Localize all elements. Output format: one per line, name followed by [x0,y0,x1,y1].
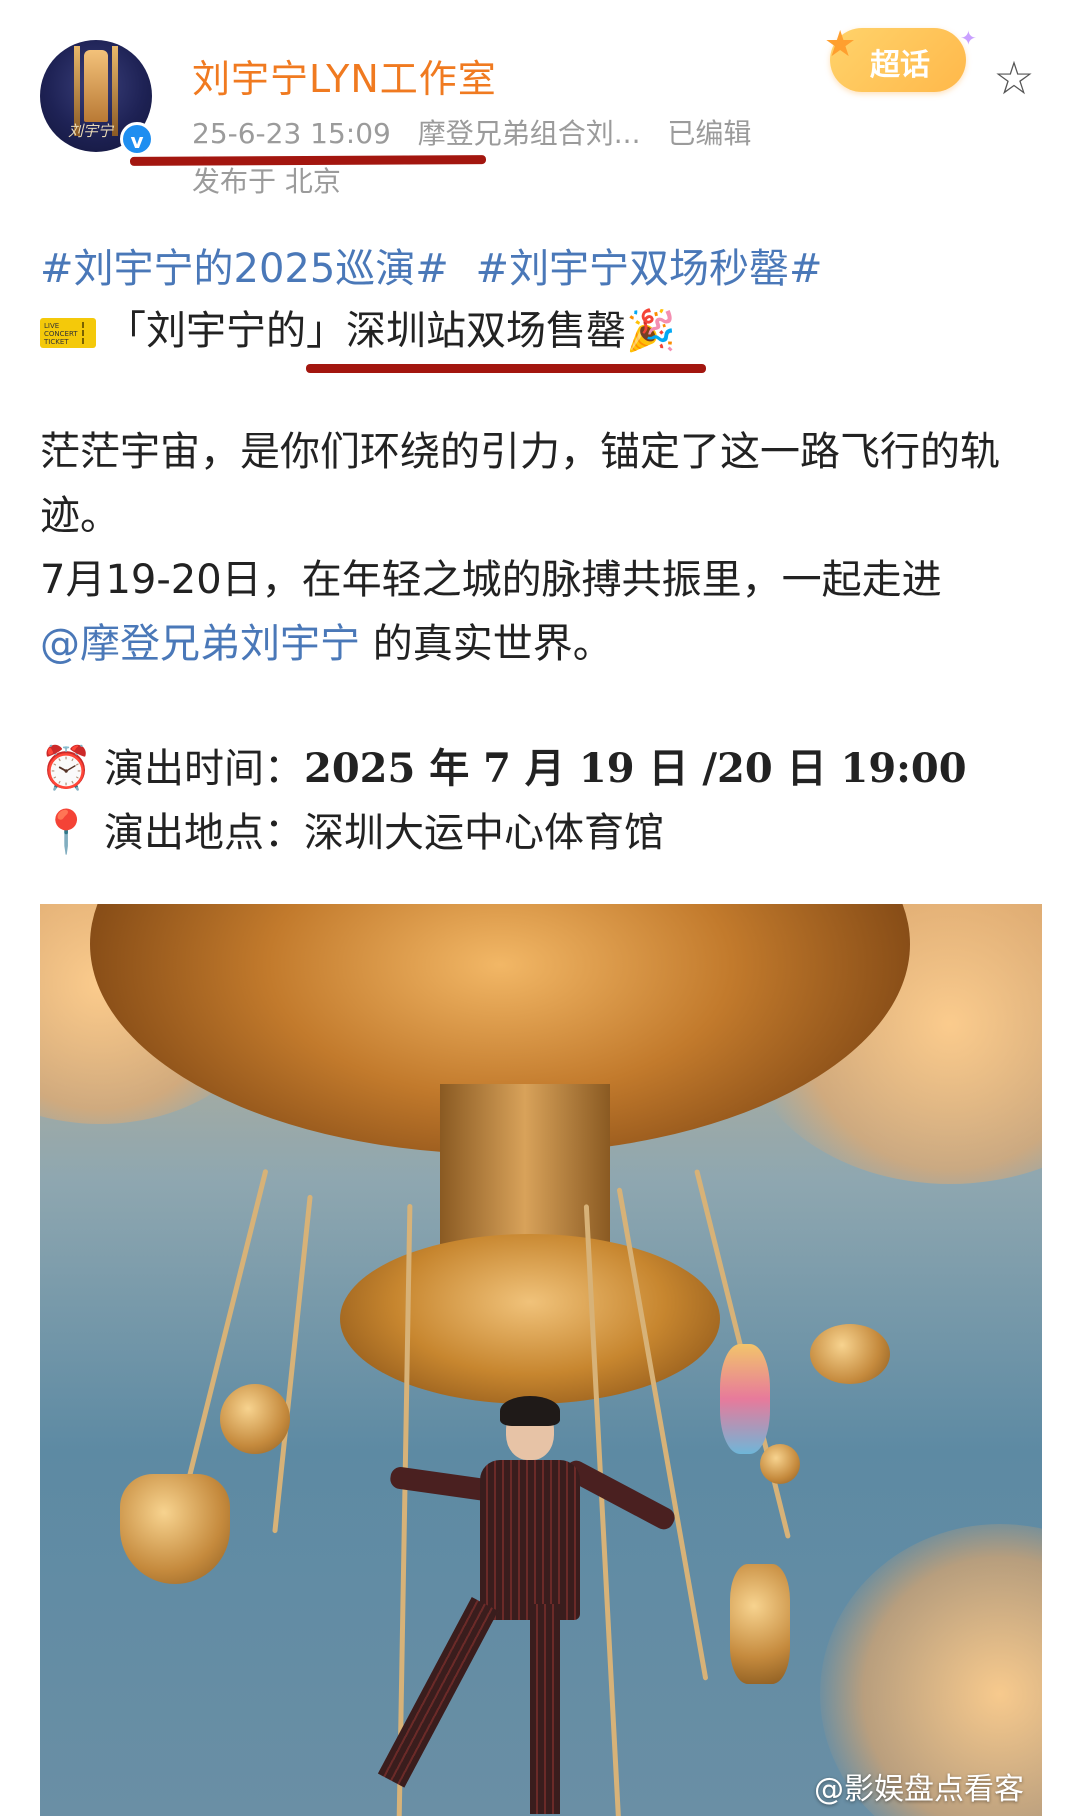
venue-row: 📍 演出地点：深圳大运中心体育馆 [40,800,664,858]
mention-suffix: 的真实世界。 [360,621,613,667]
post-location: 发布于 北京 [192,165,341,198]
supertopic-label: 超话 [870,48,930,83]
venue-value: 深圳大运中心体育馆 [304,810,664,856]
carousel-base [340,1234,720,1404]
location-pin-icon: 📍 [40,807,93,856]
post-image[interactable]: @影娱盘点看客 [40,904,1042,1816]
hanging-cord [272,1194,313,1534]
watermark: @影娱盘点看客 [814,1772,1024,1807]
supertopic-star-icon: ★ [824,24,857,65]
alarm-clock-icon: ⏰ [40,743,93,792]
show-time-row: ⏰ 演出时间：2025 年 7 月 19 日 /20 日 19:00 [40,736,967,794]
hanging-fork [730,1564,790,1684]
user-mention-link[interactable]: @摩登兄弟刘宇宁 [40,621,360,667]
party-popper-icon: 🎉 [626,308,676,354]
performer [377,1396,679,1816]
post-source[interactable]: 摩登兄弟组合刘... [418,117,641,150]
supertopic-button[interactable]: ★ 超话 [824,24,966,92]
post-body: 茫茫宇宙，是你们环绕的引力，锚定了这一路飞行的轨迹。 7月19-20日，在年轻之… [40,420,1040,676]
hashtag-row: #刘宇宁的2025巡演# #刘宇宁双场秒罄# [40,236,837,294]
hanging-cup [760,1444,800,1484]
hashtag-link[interactable]: #刘宇宁双场秒罄# [476,246,823,292]
author-name[interactable]: 刘宇宁LYN工作室 [192,48,497,103]
show-time-label: 演出时间： [104,746,304,792]
avatar-figure [84,50,108,122]
hanging-pot [220,1384,290,1454]
annotation-underline [129,155,487,166]
hanging-ladle [810,1324,890,1384]
body-paragraph: @摩登兄弟刘宇宁 的真实世界。 [40,612,1040,676]
headline-row: LIVE CONCERT TICKET 「刘宇宁的」深圳站双场售罄🎉 [40,298,676,356]
verified-badge-icon: v [120,122,154,156]
hanging-cord [176,1168,269,1520]
hanging-cone [120,1474,230,1584]
venue-label: 演出地点： [104,810,304,856]
edited-label[interactable]: 已编辑 [667,117,751,150]
post-meta: 25-6-23 15:09 摩登兄弟组合刘... 已编辑 [192,112,769,152]
hashtag-link[interactable]: #刘宇宁的2025巡演# [40,246,449,292]
headline-text: 「刘宇宁的」深圳站双场售罄 [106,308,626,354]
body-paragraph: 7月19-20日，在年轻之城的脉搏共振里，一起走进 [40,557,942,603]
post-timestamp: 25-6-23 15:09 [192,117,391,150]
show-time-value: 2025 年 7 月 19 日 /20 日 19:00 [304,745,967,792]
body-paragraph: 茫茫宇宙，是你们环绕的引力，锚定了这一路飞行的轨迹。 [40,429,1000,539]
sparkle-icon: ✦ [960,26,977,50]
hanging-yarn [720,1344,770,1454]
annotation-underline [306,364,706,373]
avatar-signature: 刘宇宁 [68,122,114,140]
ticket-icon: LIVE CONCERT TICKET [40,318,96,348]
favorite-star-icon[interactable]: ☆ [990,54,1038,102]
